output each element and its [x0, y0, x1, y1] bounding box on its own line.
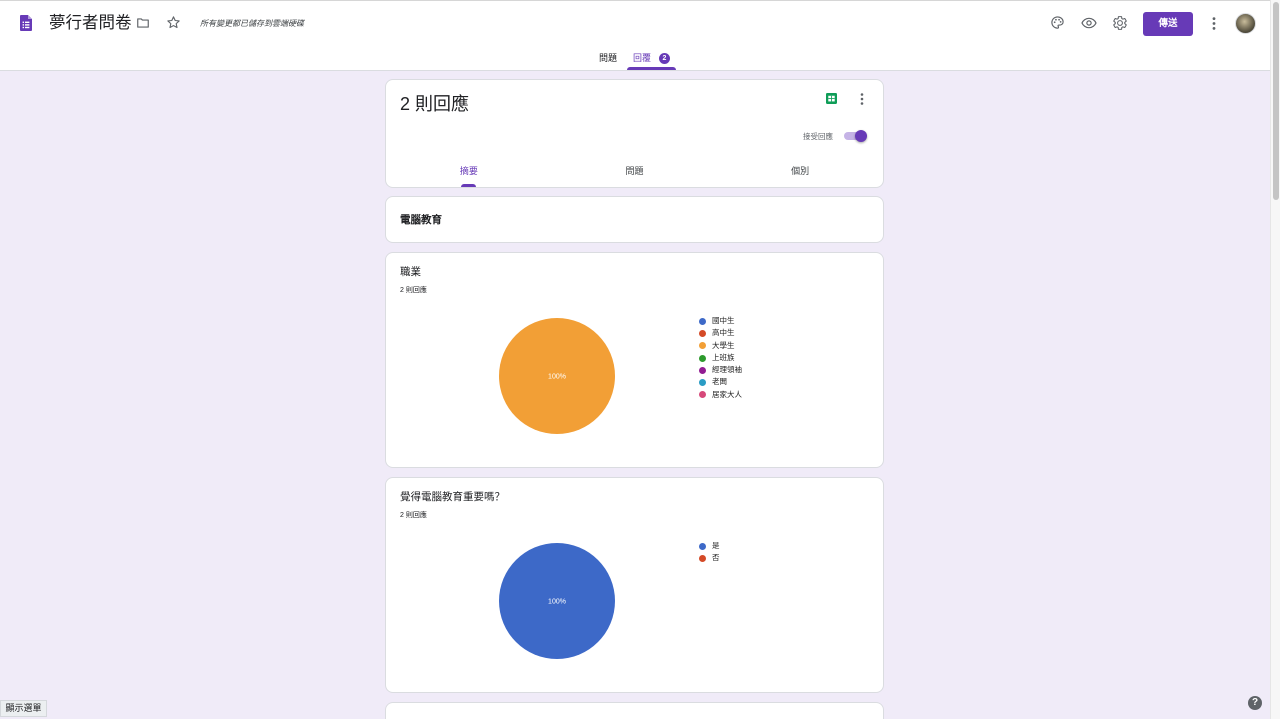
responses-header-card: 2 則回應 接受回應 摘要 問題 個別 — [385, 79, 884, 188]
show-menu-hint[interactable]: 顯示選單 — [0, 700, 47, 717]
legend-label: 上班族 — [712, 352, 735, 362]
legend-item: 高中生 — [697, 327, 742, 339]
scrollbar-thumb[interactable] — [1273, 2, 1279, 200]
star-icon[interactable] — [166, 15, 181, 30]
legend-item: 是 — [697, 540, 720, 552]
toggle-knob — [855, 130, 867, 142]
accepting-responses-toggle[interactable] — [844, 130, 869, 142]
legend-label: 居家大人 — [712, 389, 742, 399]
legend-swatch — [699, 542, 706, 550]
question-title: 覺得電腦教育重要嗎？ — [400, 491, 505, 503]
legend-swatch — [699, 366, 706, 374]
legend-label: 國中生 — [712, 316, 735, 325]
page-scrollbar[interactable] — [1270, 0, 1280, 719]
tab-responses[interactable]: 回覆 — [633, 53, 651, 64]
legend-label: 大學生 — [712, 340, 735, 350]
accepting-responses-label: 接受回應 — [803, 132, 833, 141]
gear-icon[interactable] — [1112, 15, 1128, 31]
tab-question[interactable]: 問題 — [552, 165, 718, 177]
pie-chart: 100% — [499, 318, 615, 434]
tab-individual[interactable]: 個別 — [717, 165, 883, 177]
question-response-count: 2 則回應 — [400, 512, 427, 519]
legend-swatch — [699, 391, 706, 399]
active-tab-indicator — [461, 184, 476, 187]
legend-item: 大學生 — [697, 340, 742, 352]
legend-swatch — [699, 354, 706, 362]
pie-chart: 100% — [499, 543, 615, 659]
send-button[interactable]: 傳送 — [1143, 12, 1193, 36]
form-title[interactable]: 夢行者問卷 — [49, 13, 132, 33]
question-title: 職業 — [400, 266, 421, 278]
more-vert-icon[interactable] — [860, 93, 864, 105]
question-summary-card: 職業 2 則回應 100% 國中生高中生大學生上班族經理領袖老闆居家大人 — [385, 252, 884, 468]
legend-label: 經理領袖 — [712, 365, 742, 375]
app-header: 夢行者問卷 所有變更都已儲存到雲端硬碟 傳送 問題 回覆 2 — [0, 0, 1270, 71]
responses-count-badge: 2 — [659, 53, 670, 64]
legend-swatch — [699, 554, 706, 562]
chart-legend: 國中生高中生大學生上班族經理領袖老闆居家大人 — [697, 315, 742, 401]
legend-swatch — [699, 329, 706, 337]
legend-item: 經理領袖 — [697, 364, 742, 376]
legend-item: 國中生 — [697, 315, 742, 327]
legend-item: 上班族 — [697, 352, 742, 364]
legend-swatch — [699, 379, 706, 387]
question-response-count: 2 則回應 — [400, 287, 427, 294]
pie-slice-label: 100% — [548, 374, 566, 381]
pie-slice-label: 100% — [548, 599, 566, 606]
legend-swatch — [699, 317, 706, 325]
section-card: 電腦教育 — [385, 196, 884, 243]
legend-item: 居家大人 — [697, 389, 742, 401]
question-summary-card: 覺得電腦教育重要嗎？ 2 則回應 100% 是否 — [385, 477, 884, 693]
folder-icon[interactable] — [136, 16, 150, 30]
legend-item: 老闆 — [697, 376, 742, 388]
legend-label: 高中生 — [712, 328, 735, 338]
question-summary-card — [385, 702, 884, 719]
eye-icon[interactable] — [1081, 15, 1097, 31]
account-avatar[interactable] — [1235, 13, 1256, 34]
legend-swatch — [699, 342, 706, 350]
sheets-icon[interactable] — [826, 93, 837, 104]
more-vert-icon[interactable] — [1212, 17, 1216, 30]
chart-legend: 是否 — [697, 540, 720, 565]
legend-item: 否 — [697, 552, 720, 564]
response-view-tabs: 摘要 問題 個別 — [386, 165, 883, 177]
help-icon[interactable]: ? — [1248, 696, 1262, 710]
response-count-heading: 2 則回應 — [400, 94, 470, 114]
tab-questions[interactable]: 問題 — [599, 53, 617, 64]
palette-icon[interactable] — [1050, 15, 1065, 30]
section-title: 電腦教育 — [400, 214, 442, 226]
forms-icon[interactable] — [20, 15, 32, 31]
save-status: 所有變更都已儲存到雲端硬碟 — [200, 19, 304, 28]
active-tab-indicator — [627, 67, 676, 70]
legend-label: 否 — [712, 553, 720, 563]
legend-label: 是 — [712, 541, 720, 550]
tab-summary[interactable]: 摘要 — [386, 165, 552, 177]
legend-label: 老闆 — [712, 377, 727, 387]
